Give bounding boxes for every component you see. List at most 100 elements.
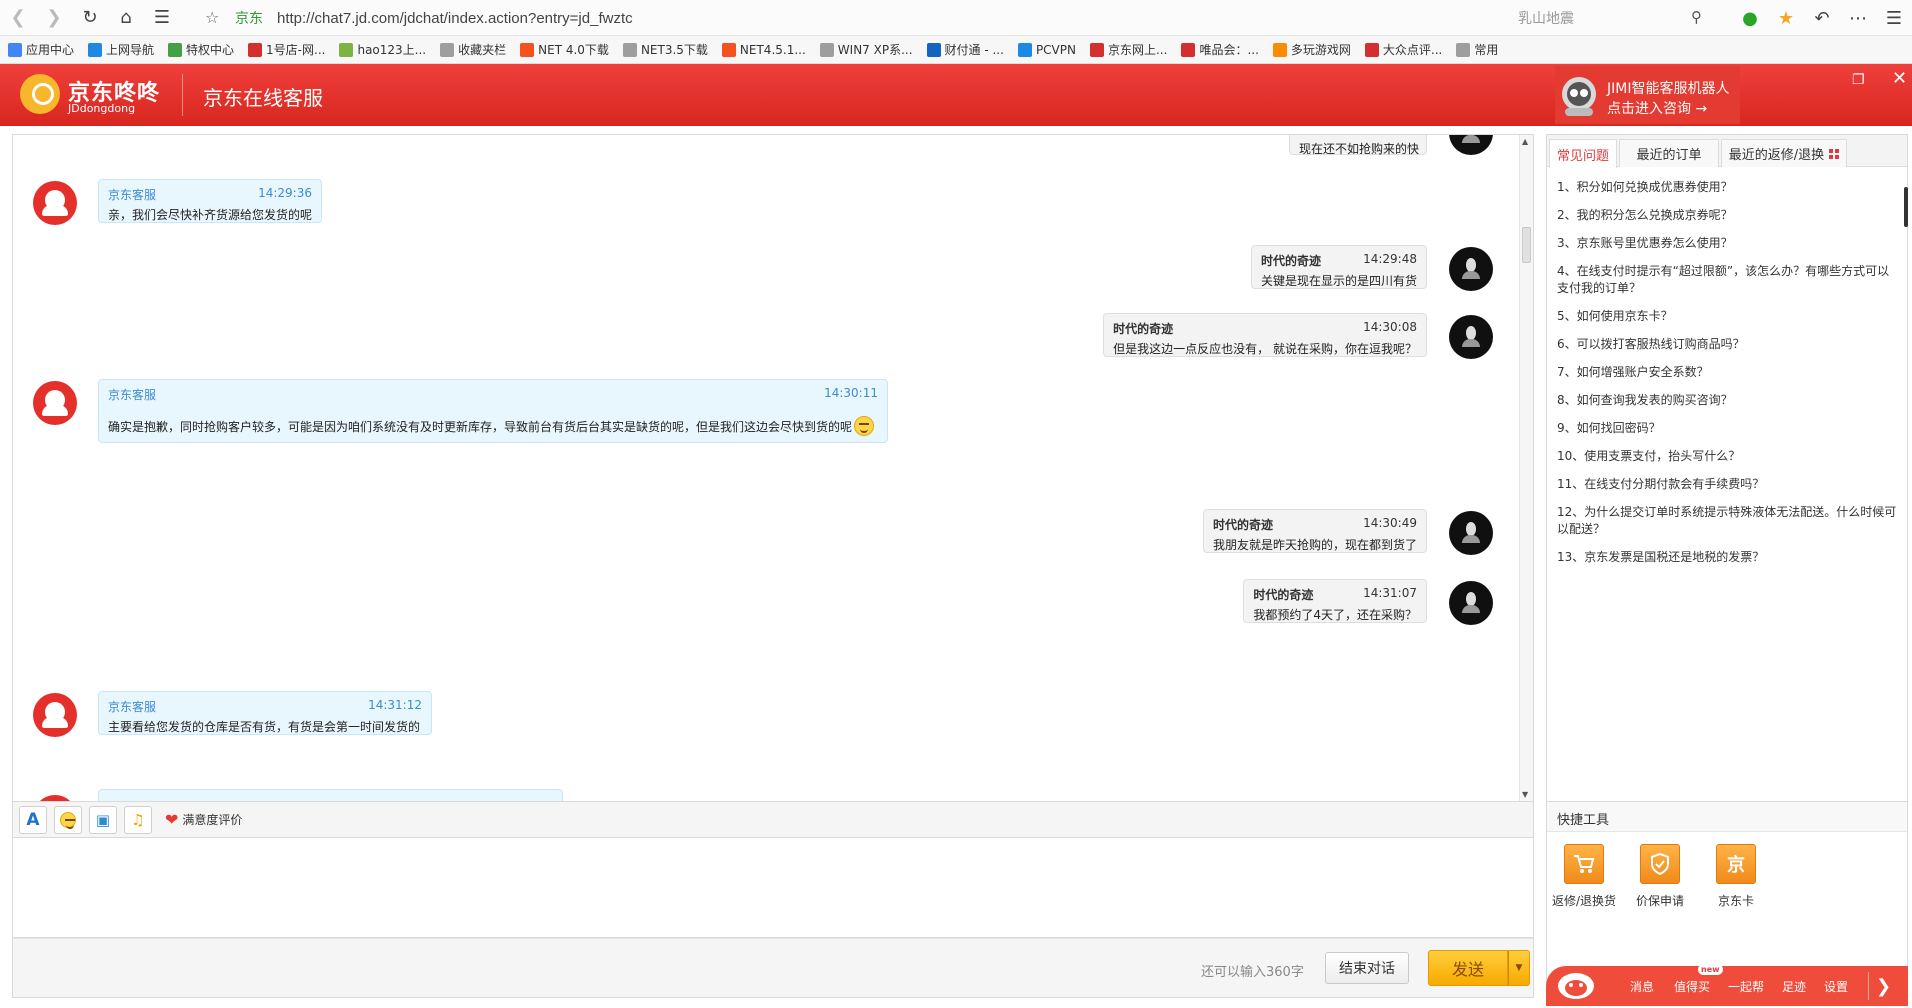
faq-item[interactable]: 3、京东账号里优惠券怎么使用？ — [1557, 235, 1899, 252]
bookmark-item[interactable]: NET 4.0下载 — [520, 41, 609, 58]
quick-tool-jd-card[interactable]: 京 京东卡 — [1701, 844, 1771, 909]
url-text[interactable]: http://chat7.jd.com/jdchat/index.action?… — [277, 10, 633, 27]
bookmark-item[interactable]: 唯品会：... — [1181, 41, 1259, 58]
agent-message-partial — [98, 789, 563, 801]
bookmark-item[interactable]: 1号店-网... — [248, 41, 325, 58]
bookmark-item[interactable]: 常用 — [1456, 41, 1498, 58]
bell-icon[interactable]: ♫ — [124, 805, 152, 834]
bottom-help-together[interactable]: 一起帮 — [1728, 978, 1764, 995]
bookmark-item[interactable]: 大众点评... — [1364, 41, 1443, 58]
chevron-right-icon[interactable]: ❯ — [1868, 972, 1898, 1000]
quick-tools-title: 快捷工具 — [1547, 802, 1907, 832]
message-input[interactable] — [12, 838, 1534, 938]
window-restore-icon[interactable]: ❐ — [1852, 72, 1865, 88]
faq-item[interactable]: 8、如何查询我发表的购买咨询？ — [1557, 392, 1899, 409]
message-time: 14:31:07 — [1363, 586, 1417, 600]
bottom-messages[interactable]: 消息 — [1630, 978, 1654, 995]
quick-tool-label: 返修/退换货 — [1551, 894, 1617, 908]
bookmark-favicon-icon — [1456, 42, 1471, 57]
reload-icon[interactable]: ↻ — [72, 0, 108, 36]
user-avatar — [1449, 581, 1493, 625]
user-message: 时代的奇迹 14:29:48 关键是现在显示的是四川有货 — [1250, 245, 1427, 289]
bookmark-favicon-icon — [8, 42, 22, 57]
scroll-thumb[interactable] — [1522, 227, 1531, 263]
send-options-chevron-down-icon[interactable]: ▼ — [1508, 950, 1530, 986]
image-upload-icon[interactable]: ▣ — [89, 805, 117, 834]
window-close-icon[interactable]: ✕ — [1892, 68, 1907, 89]
faq-item[interactable]: 11、在线支付分期付款会有手续费吗？ — [1557, 476, 1899, 493]
send-button[interactable]: 发送 — [1428, 950, 1508, 986]
quick-tool-price-protect[interactable]: 价保申请 — [1625, 844, 1695, 909]
bookmark-label: 大众点评... — [1382, 43, 1443, 57]
faq-tabs: 常见问题 最近的订单 最近的返修/退换 — [1547, 135, 1907, 168]
back-icon[interactable]: ❮ — [0, 0, 36, 36]
tab-faq[interactable]: 常见问题 — [1549, 139, 1617, 168]
faq-item[interactable]: 4、在线支付时提示有“超过限额”，该怎么办？有哪些方式可以支付我的订单？ — [1557, 263, 1899, 297]
faq-item[interactable]: 7、如何增强账户安全系数？ — [1557, 364, 1899, 381]
favorites-icon[interactable]: ★ — [1768, 0, 1804, 36]
bookmark-star-icon[interactable]: ☆ — [205, 8, 219, 27]
faq-item[interactable]: 10、使用支票支付，抬头写什么？ — [1557, 448, 1899, 465]
logo-en: JDdongdong — [68, 102, 136, 115]
scroll-down-icon[interactable]: ▼ — [1522, 790, 1528, 799]
bookmark-item[interactable]: 财付通 - ... — [926, 41, 1004, 58]
bookmark-item[interactable]: hao123上... — [339, 41, 426, 58]
address-bar[interactable]: ☆ 京东 http://chat7.jd.com/jdchat/index.ac… — [205, 6, 1495, 30]
bookmark-item[interactable]: NET3.5下载 — [622, 41, 708, 58]
bookmark-item[interactable]: 上网导航 — [88, 41, 154, 58]
sender-name: 时代的奇迹 — [1260, 254, 1321, 268]
tab-recent-orders[interactable]: 最近的订单 — [1619, 139, 1719, 167]
faq-item[interactable]: 12、为什么提交订单时系统提示特殊液体无法配送。什么时候可以配送？ — [1557, 504, 1899, 538]
faq-item[interactable]: 9、如何找回密码？ — [1557, 420, 1899, 437]
bookmark-item[interactable]: NET4.5.1... — [721, 42, 806, 57]
quick-tool-label: 京东卡 — [1717, 894, 1754, 908]
home-icon[interactable]: ⌂ — [108, 0, 144, 36]
bottom-settings[interactable]: 设置 — [1824, 978, 1848, 995]
search-input[interactable]: 乳山地震 ⚲ — [1510, 6, 1710, 30]
jimi-robot-button[interactable]: JIMI智能客服机器人 点击进入咨询 → — [1555, 66, 1740, 124]
forward-icon[interactable]: ❯ — [36, 0, 72, 36]
bottom-worth-buying[interactable]: 值得买 — [1674, 978, 1710, 995]
faq-item[interactable]: 6、可以拨打客服热线订购商品吗？ — [1557, 336, 1899, 353]
jimi-enter-link[interactable]: 点击进入咨询 → — [1607, 98, 1707, 118]
chat-messages[interactable]: 现在还不如抢购来的快 京东客服 14:29:36 亲，我们会尽快补齐货源给您发货的呢… — [13, 135, 1519, 801]
reader-icon[interactable]: ☰ — [144, 0, 180, 36]
agent-avatar — [33, 795, 77, 801]
bookmark-item[interactable]: 多玩游戏网 — [1272, 41, 1351, 58]
chat-scrollbar[interactable]: ▲ ▼ — [1519, 135, 1533, 801]
bookmark-favicon-icon — [520, 42, 535, 57]
agent-message: 京东客服 14:30:11 确实是抱歉，同时抢购客户较多，可能是因为咱们系统没有及时… — [98, 379, 888, 443]
bookmark-item[interactable]: WIN7 XP系... — [819, 41, 913, 58]
bookmark-item[interactable]: 京东网上... — [1089, 41, 1167, 58]
more-icon[interactable]: ⋯ — [1840, 0, 1876, 36]
font-icon[interactable]: A — [19, 805, 47, 834]
sender-name: 时代的奇迹 — [1212, 518, 1273, 532]
bookmark-item[interactable]: 收藏夹栏 — [440, 41, 506, 58]
heart-icon: ❤ — [165, 810, 179, 829]
agent-message: 京东客服 14:31:12 主要看给您发货的仓库是否有货，有货是会第一时间发货的 — [98, 691, 432, 735]
wechat-icon[interactable]: ● — [1732, 0, 1768, 36]
message-time: 14:30:11 — [824, 386, 878, 400]
quick-tool-returns[interactable]: 返修/退换货 — [1549, 844, 1619, 909]
input-footer: 还可以输入360字 结束对话 发送 ▼ — [12, 938, 1534, 998]
bookmark-item[interactable]: PCVPN — [1017, 42, 1076, 57]
search-icon[interactable]: ⚲ — [1691, 8, 1702, 26]
end-chat-button[interactable]: 结束对话 — [1325, 952, 1409, 984]
bookmark-favicon-icon — [926, 42, 941, 57]
undo-icon[interactable]: ↶ — [1804, 0, 1840, 36]
faq-item[interactable]: 5、如何使用京东卡？ — [1557, 308, 1899, 325]
message-text: 但是我这边一点反应也没有， 就说在采购，你在逗我呢？ — [1113, 342, 1417, 356]
agent-avatar — [33, 181, 77, 225]
faq-item[interactable]: 13、京东发票是国税还是地税的发票？ — [1557, 549, 1899, 566]
scroll-up-icon[interactable]: ▲ — [1522, 137, 1528, 146]
bookmark-item[interactable]: 特权中心 — [168, 41, 234, 58]
satisfaction-button[interactable]: ❤ 满意度评价 — [165, 810, 242, 829]
panel-scroll-handle[interactable] — [1904, 187, 1908, 227]
menu-icon[interactable]: ☰ — [1876, 0, 1912, 36]
bottom-footprints[interactable]: 足迹 — [1782, 978, 1806, 995]
faq-item[interactable]: 2、我的积分怎么兑换成京券呢？ — [1557, 207, 1899, 224]
bookmark-item[interactable]: 应用中心 — [8, 41, 74, 58]
tab-recent-returns[interactable]: 最近的返修/退换 — [1721, 139, 1847, 167]
emoji-picker-icon[interactable] — [54, 805, 82, 834]
faq-item[interactable]: 1、积分如何兑换成优惠券使用？ — [1557, 179, 1899, 196]
